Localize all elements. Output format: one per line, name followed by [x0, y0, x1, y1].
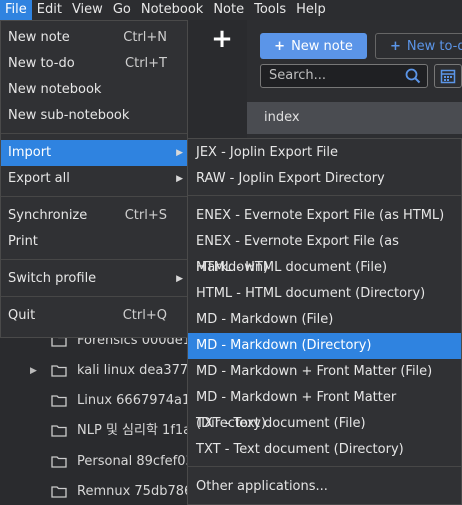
- notebook-label: Personal 89cfef039: [77, 454, 203, 469]
- menu-separator: [188, 195, 461, 196]
- folder-icon: [51, 456, 67, 468]
- menu-separator: [1, 259, 187, 260]
- menu-item-import-raw[interactable]: RAW - Joplin Export Directory: [188, 166, 461, 192]
- folder-icon: [51, 365, 67, 377]
- menu-item-import-md-file[interactable]: MD - Markdown (File): [188, 307, 461, 333]
- menu-item-import-txt-dir[interactable]: TXT - Text document (Directory): [188, 437, 461, 463]
- menu-item-import[interactable]: Import ▶: [1, 140, 187, 166]
- menu-item-import-html-file[interactable]: HTML - HTML document (File): [188, 255, 461, 281]
- menu-separator: [188, 466, 461, 467]
- menu-item-label: Quit: [8, 308, 36, 323]
- search-placeholder: Search...: [269, 68, 327, 83]
- menu-item-export-all[interactable]: Export all ▶: [1, 166, 187, 192]
- file-menu: New note Ctrl+N New to-do Ctrl+T New not…: [0, 20, 188, 338]
- menu-separator: [1, 133, 187, 134]
- folder-icon: [51, 425, 67, 437]
- menu-separator: [1, 296, 187, 297]
- menu-item-import-enex-html[interactable]: ENEX - Evernote Export File (as HTML): [188, 203, 461, 229]
- menu-item-label: Print: [8, 234, 38, 249]
- submenu-arrow-icon: ▶: [176, 148, 183, 158]
- menu-item-import-md-fm-dir[interactable]: MD - Markdown + Front Matter (Directory): [188, 385, 461, 431]
- menu-item-import-html-dir[interactable]: HTML - HTML document (Directory): [188, 281, 461, 307]
- note-list-item[interactable]: index: [247, 102, 462, 134]
- folder-icon: [51, 395, 67, 407]
- submenu-arrow-icon: ▶: [176, 174, 183, 184]
- menu-item-label: New notebook: [8, 82, 102, 97]
- menu-item-other-applications[interactable]: Other applications...: [188, 474, 461, 500]
- menu-item-label: Import: [8, 145, 52, 160]
- notebook-label: Remnux 75db7867: [77, 484, 201, 499]
- menu-item-new-todo[interactable]: New to-do Ctrl+T: [1, 51, 187, 77]
- folder-icon: [51, 486, 67, 498]
- sort-order-button[interactable]: [434, 64, 462, 88]
- shortcut-label: Ctrl+T: [125, 56, 167, 71]
- new-note-button[interactable]: + New note: [260, 33, 367, 59]
- menu-file[interactable]: File: [0, 0, 32, 20]
- menu-item-switch-profile[interactable]: Switch profile ▶: [1, 266, 187, 292]
- menu-item-import-txt-file[interactable]: TXT - Text document (File): [188, 411, 461, 437]
- menu-view[interactable]: View: [67, 0, 108, 20]
- menu-item-import-md-fm-file[interactable]: MD - Markdown + Front Matter (File): [188, 359, 461, 385]
- menu-item-label: Switch profile: [8, 271, 97, 286]
- menu-item-import-md-dir[interactable]: MD - Markdown (Directory): [188, 333, 461, 359]
- plus-icon: +: [390, 38, 401, 54]
- expand-arrow-icon[interactable]: ▶: [30, 358, 37, 384]
- notebook-label: NLP 및 심리학 1f1a: [77, 423, 192, 438]
- menu-separator: [1, 196, 187, 197]
- submenu-arrow-icon: ▶: [176, 274, 183, 284]
- menu-item-import-enex-md[interactable]: ENEX - Evernote Export File (as Markdown…: [188, 229, 461, 275]
- import-submenu: JEX - Joplin Export File RAW - Joplin Ex…: [187, 138, 462, 505]
- new-note-label: New note: [291, 38, 353, 54]
- menu-go[interactable]: Go: [108, 0, 136, 20]
- menu-bar: File Edit View Go Notebook Note Tools He…: [0, 0, 462, 20]
- menu-item-label: Synchronize: [8, 208, 88, 223]
- menu-notebook[interactable]: Notebook: [136, 0, 208, 20]
- menu-item-new-notebook[interactable]: New notebook: [1, 77, 187, 103]
- shortcut-label: Ctrl+Q: [122, 308, 167, 323]
- menu-help[interactable]: Help: [291, 0, 331, 20]
- new-todo-button[interactable]: + New to-do: [375, 33, 462, 59]
- menu-item-new-sub-notebook[interactable]: New sub-notebook: [1, 103, 187, 129]
- menu-item-label: New to-do: [8, 56, 75, 71]
- shortcut-label: Ctrl+S: [124, 208, 167, 223]
- notebook-label: kali linux dea377cc: [77, 363, 203, 378]
- shortcut-label: Ctrl+N: [123, 30, 167, 45]
- search-input[interactable]: Search...: [260, 64, 428, 88]
- menu-item-synchronize[interactable]: Synchronize Ctrl+S: [1, 203, 187, 229]
- menu-item-quit[interactable]: Quit Ctrl+Q: [1, 303, 187, 329]
- new-todo-label: New to-do: [406, 38, 462, 54]
- menu-tools[interactable]: Tools: [249, 0, 291, 20]
- plus-icon: +: [274, 38, 286, 54]
- calendar-icon: [440, 69, 456, 84]
- note-title: index: [264, 110, 300, 125]
- menu-item-print[interactable]: Print: [1, 229, 187, 255]
- menu-item-label: New sub-notebook: [8, 108, 130, 123]
- menu-edit[interactable]: Edit: [32, 0, 67, 20]
- add-notebook-button[interactable]: +: [211, 26, 233, 52]
- menu-item-import-jex[interactable]: JEX - Joplin Export File: [188, 140, 461, 166]
- menu-item-label: New note: [8, 30, 70, 45]
- menu-note[interactable]: Note: [208, 0, 249, 20]
- menu-item-label: Export all: [8, 171, 70, 186]
- search-icon[interactable]: [405, 68, 421, 84]
- menu-item-new-note[interactable]: New note Ctrl+N: [1, 25, 187, 51]
